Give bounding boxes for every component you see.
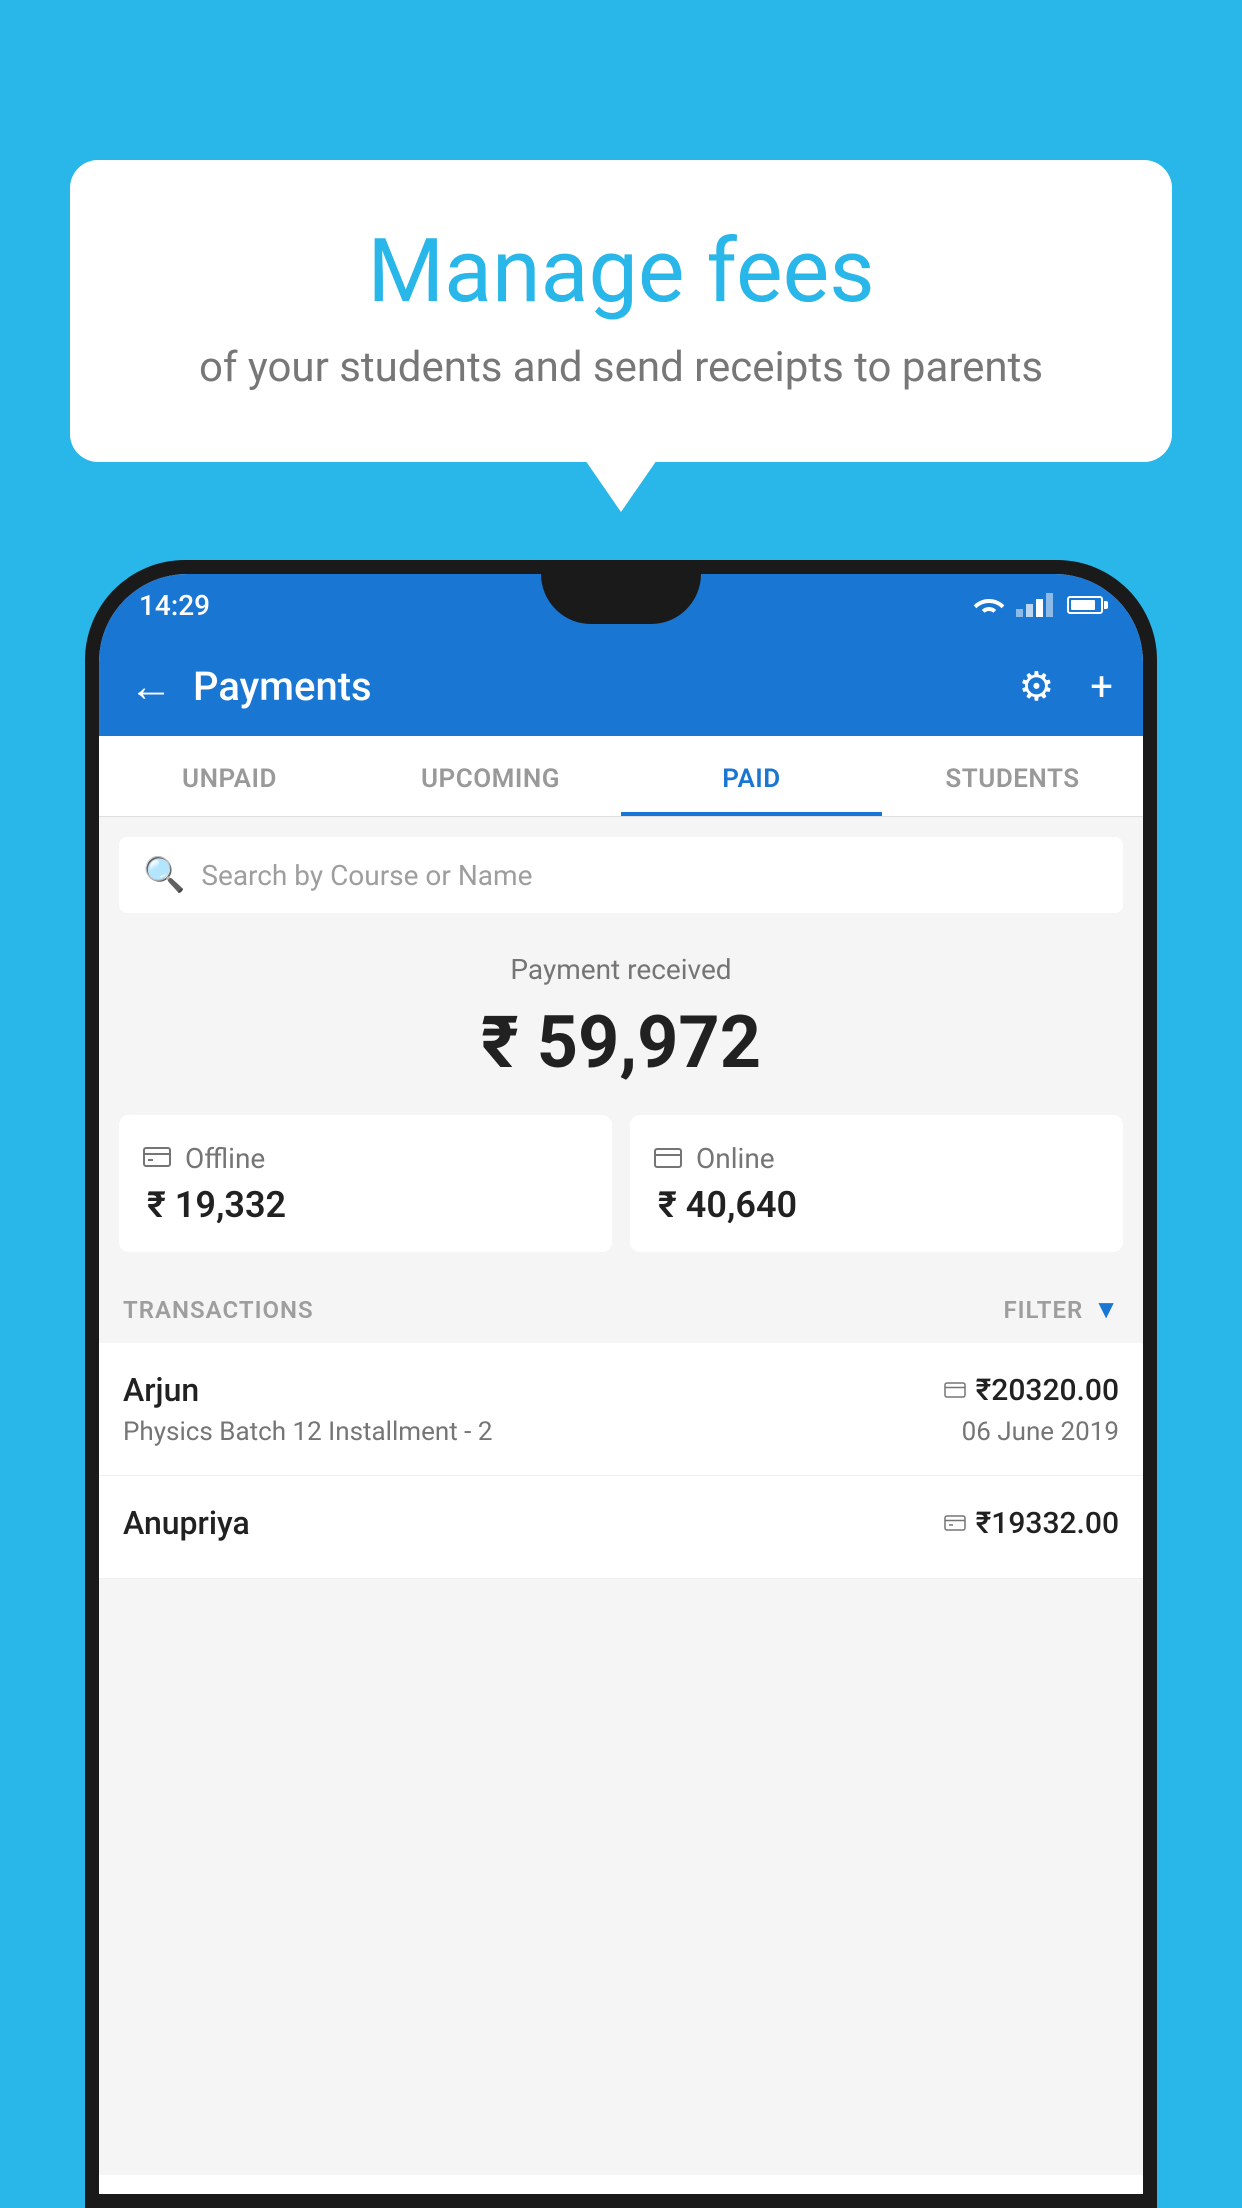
payment-amount: ₹ 59,972 (119, 1000, 1123, 1085)
speech-bubble: Manage fees of your students and send re… (70, 160, 1172, 462)
transactions-label: TRANSACTIONS (123, 1296, 314, 1324)
transaction-amount: ₹20320.00 (976, 1373, 1119, 1408)
app-bar: ← Payments ⚙ + (99, 636, 1143, 736)
tab-upcoming[interactable]: UPCOMING (360, 736, 621, 816)
tab-unpaid[interactable]: UNPAID (99, 736, 360, 816)
transaction-row[interactable]: Arjun ₹20320.00 Physics Batch 12 Install… (99, 1343, 1143, 1476)
payment-cards: Offline ₹ 19,332 Online ₹ 4 (99, 1115, 1143, 1276)
bubble-subtitle: of your students and send receipts to pa… (120, 343, 1122, 392)
offline-icon (143, 1141, 171, 1176)
online-card: Online ₹ 40,640 (630, 1115, 1123, 1252)
transaction-row[interactable]: Anupriya ₹19332.00 (99, 1476, 1143, 1579)
phone-screen: 14:29 ← Pay (99, 574, 1143, 2194)
back-button[interactable]: ← (129, 660, 173, 712)
transaction-course: Physics Batch 12 Installment - 2 (123, 1417, 492, 1447)
status-bar: 14:29 (99, 574, 1143, 636)
search-input[interactable]: Search by Course or Name (201, 859, 1099, 892)
transaction-amount: ₹19332.00 (976, 1506, 1119, 1541)
signal-icon (1016, 593, 1053, 617)
online-icon (654, 1141, 682, 1176)
wifi-icon (972, 593, 1006, 617)
tab-paid[interactable]: PAID (621, 736, 882, 816)
offline-label: Offline (185, 1142, 265, 1175)
transaction-amount-section: ₹19332.00 (944, 1506, 1119, 1541)
tab-students[interactable]: STUDENTS (882, 736, 1143, 816)
transaction-payment-icon (944, 1376, 966, 1404)
status-icons (972, 593, 1103, 617)
transaction-name: Arjun (123, 1371, 199, 1409)
battery-icon (1067, 596, 1103, 614)
transaction-payment-icon (944, 1509, 966, 1537)
filter-icon: ▼ (1093, 1294, 1119, 1325)
online-amount: ₹ 40,640 (654, 1184, 1099, 1226)
transaction-date: 06 June 2019 (962, 1417, 1119, 1447)
transaction-name: Anupriya (123, 1504, 250, 1542)
search-bar[interactable]: 🔍 Search by Course or Name (119, 837, 1123, 913)
filter-label: FILTER (1003, 1296, 1083, 1324)
payment-label: Payment received (119, 953, 1123, 986)
offline-amount: ₹ 19,332 (143, 1184, 588, 1226)
online-label: Online (696, 1142, 775, 1175)
app-title: Payments (193, 663, 982, 710)
status-time: 14:29 (139, 589, 210, 622)
tabs: UNPAID UPCOMING PAID STUDENTS (99, 736, 1143, 817)
phone-frame: 14:29 ← Pay (85, 560, 1157, 2208)
transaction-amount-section: ₹20320.00 (944, 1373, 1119, 1408)
payment-section: Payment received ₹ 59,972 (99, 913, 1143, 1115)
add-button[interactable]: + (1090, 663, 1113, 710)
settings-button[interactable]: ⚙ (1018, 663, 1054, 710)
search-icon: 🔍 (143, 855, 185, 895)
content-area: 🔍 Search by Course or Name Payment recei… (99, 817, 1143, 2175)
filter-section[interactable]: FILTER ▼ (1003, 1294, 1119, 1325)
transactions-header: TRANSACTIONS FILTER ▼ (99, 1276, 1143, 1343)
bubble-title: Manage fees (120, 220, 1122, 323)
offline-card: Offline ₹ 19,332 (119, 1115, 612, 1252)
